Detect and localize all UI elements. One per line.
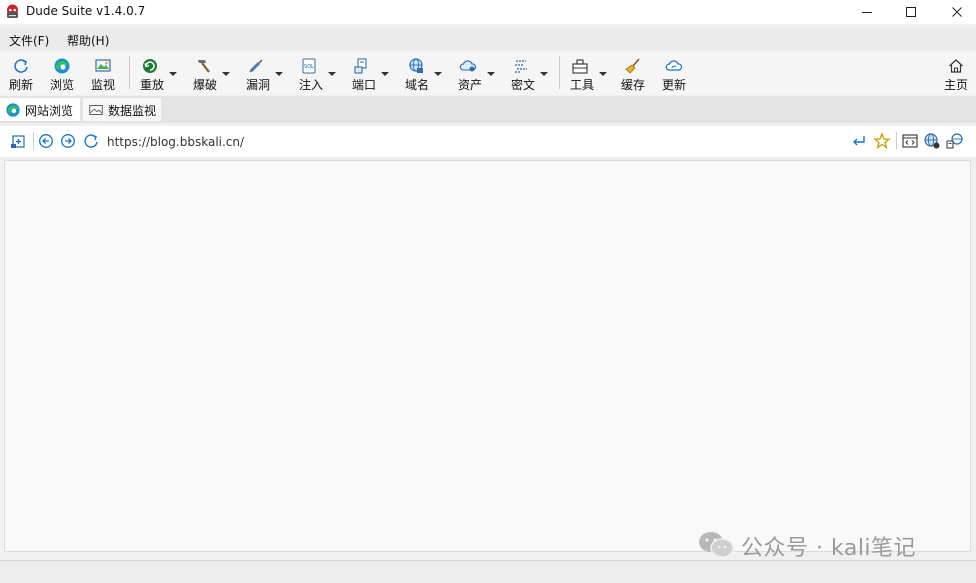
tools-button[interactable]: 工具	[567, 54, 607, 92]
replay-icon	[143, 59, 157, 73]
window-title: Dude Suite v1.4.0.7	[26, 4, 146, 18]
address-bar	[0, 126, 976, 157]
port-dropdown-arrow-icon[interactable]	[381, 72, 389, 76]
title-bar: Dude Suite v1.4.0.7	[0, 0, 976, 24]
bruteforce-dropdown-arrow-icon[interactable]	[222, 72, 230, 76]
menu-help[interactable]: 帮助(H)	[67, 32, 109, 49]
reload-icon[interactable]	[82, 132, 100, 150]
broom-icon	[625, 58, 640, 74]
view-source-icon[interactable]	[901, 132, 919, 150]
cipher-label: 密文	[510, 78, 535, 92]
close-icon	[952, 7, 962, 17]
port-button[interactable]: 端口	[349, 54, 389, 92]
tools-label: 工具	[569, 78, 594, 92]
replay-label: 重放	[139, 78, 164, 92]
syringe-icon	[249, 59, 263, 73]
port-scan-icon	[354, 58, 367, 74]
home-icon	[949, 59, 963, 73]
address-separator	[33, 132, 34, 150]
globe-server-icon	[409, 58, 423, 73]
vuln-button[interactable]: 漏洞	[243, 54, 283, 92]
maximize-icon	[906, 7, 916, 17]
edge-browser-icon	[54, 58, 70, 74]
cloud-sync-icon	[665, 60, 683, 71]
replay-button[interactable]: 重放	[137, 54, 177, 92]
inject-button[interactable]: SQL 注入	[296, 54, 336, 92]
asset-dropdown-arrow-icon[interactable]	[487, 72, 495, 76]
vuln-label: 漏洞	[245, 78, 270, 92]
cache-button[interactable]: 缓存	[613, 54, 653, 92]
app-logo-icon	[7, 4, 18, 18]
browse-label: 浏览	[49, 78, 74, 92]
tab-strip: 网站浏览 数据监视	[0, 96, 976, 123]
tab-web-label: 网站浏览	[25, 104, 74, 118]
vuln-dropdown-arrow-icon[interactable]	[275, 72, 283, 76]
favorite-star-icon[interactable]	[873, 132, 891, 150]
tab-web-browse[interactable]: 网站浏览	[0, 98, 80, 121]
refresh-label: 刷新	[8, 78, 33, 92]
url-input[interactable]	[104, 130, 844, 153]
home-label: 主页	[943, 78, 968, 92]
inject-dropdown-arrow-icon[interactable]	[328, 72, 336, 76]
tools-dropdown-arrow-icon[interactable]	[599, 72, 607, 76]
tab-data-monitor[interactable]: 数据监视	[83, 98, 161, 121]
refresh-icon	[14, 59, 28, 73]
inject-label: 注入	[298, 78, 323, 92]
minimize-button[interactable]	[844, 0, 890, 24]
cache-label: 缓存	[620, 78, 645, 92]
watermark-text: 公众号 · kali笔记	[741, 536, 917, 561]
monitor-label: 监视	[90, 78, 115, 92]
home-button[interactable]: 主页	[936, 54, 976, 92]
toolbar-separator	[559, 56, 560, 89]
refresh-button[interactable]: 刷新	[1, 54, 41, 92]
browse-button[interactable]: 浏览	[42, 54, 82, 92]
new-page-icon[interactable]	[10, 132, 28, 150]
minimize-icon	[862, 12, 872, 13]
asset-button[interactable]: 资产	[455, 54, 495, 92]
menu-bar: 文件(F) 帮助(H)	[0, 28, 976, 50]
cipher-text-icon	[515, 60, 527, 73]
asset-label: 资产	[457, 78, 482, 92]
back-arrow-icon[interactable]	[37, 132, 55, 150]
toolbar-separator	[129, 56, 130, 89]
menu-file[interactable]: 文件(F)	[9, 32, 49, 49]
bruteforce-label: 爆破	[192, 78, 217, 92]
cipher-dropdown-arrow-icon[interactable]	[540, 72, 548, 76]
cipher-button[interactable]: 密文	[508, 54, 548, 92]
toolbox-icon	[572, 59, 588, 74]
browser-content-area[interactable]	[4, 160, 971, 552]
cloud-asset-icon	[459, 60, 477, 72]
bruteforce-button[interactable]: 爆破	[190, 54, 230, 92]
globe-settings-icon[interactable]	[923, 132, 941, 150]
monitor-button[interactable]: 监视	[83, 54, 123, 92]
domain-label: 域名	[404, 78, 429, 92]
maximize-button[interactable]	[888, 0, 934, 24]
go-enter-icon[interactable]	[850, 132, 868, 150]
monitor-image-icon	[95, 59, 111, 72]
status-bar	[0, 560, 976, 583]
tab-monitor-label: 数据监视	[108, 104, 157, 118]
replay-dropdown-arrow-icon[interactable]	[169, 72, 177, 76]
proxy-settings-icon[interactable]	[946, 132, 964, 150]
edge-browser-icon	[6, 103, 20, 117]
sql-inject-icon: SQL	[302, 58, 316, 74]
domain-dropdown-arrow-icon[interactable]	[434, 72, 442, 76]
update-label: 更新	[661, 78, 686, 92]
svg-text:SQL: SQL	[304, 64, 314, 70]
forward-arrow-icon[interactable]	[59, 132, 77, 150]
port-label: 端口	[351, 78, 376, 92]
address-separator	[896, 132, 897, 150]
hammer-icon	[198, 60, 210, 73]
close-button[interactable]	[934, 0, 976, 24]
domain-button[interactable]: 域名	[402, 54, 442, 92]
toolbar: 刷新 浏览 监视 重放 爆破 漏洞 SQL 注入 端口 域名 资产 密文 工具 …	[0, 51, 976, 95]
update-button[interactable]: 更新	[654, 54, 694, 92]
wechat-logo-icon	[699, 532, 734, 558]
image-monitor-icon	[89, 105, 103, 115]
